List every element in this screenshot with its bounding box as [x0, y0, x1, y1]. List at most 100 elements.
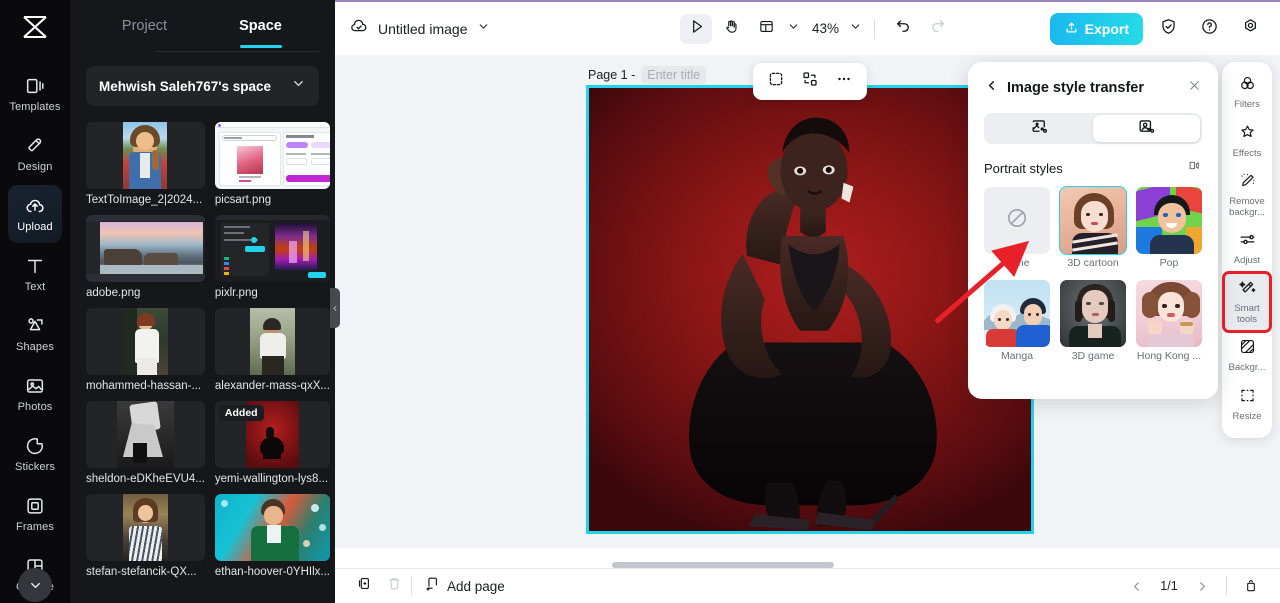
asset-item[interactable]: mohammed-hassan-... [86, 308, 205, 392]
undo-button[interactable] [887, 14, 919, 44]
zoom-chevron-down-icon[interactable] [849, 20, 862, 38]
add-page-label: Add page [447, 578, 505, 594]
sidebar-item-frames[interactable]: Frames [8, 485, 62, 543]
asset-item[interactable]: TextToImage_2|2024... [86, 122, 205, 206]
arrange-icon [801, 70, 819, 93]
chevron-down-icon[interactable] [787, 20, 800, 38]
image-style-transfer-panel: Image style transfer Portrait styles Non… [968, 62, 1218, 399]
style-option-manga[interactable]: Manga [984, 280, 1050, 362]
horizontal-scrollbar[interactable] [612, 562, 834, 568]
sidebar-item-text[interactable]: Text [8, 245, 62, 303]
asset-thumbnail [86, 494, 205, 561]
style-option-3d-cartoon[interactable]: 3D cartoon [1059, 186, 1127, 269]
page-navigation: 1/1 [1121, 573, 1266, 599]
asset-item[interactable]: stefan-stefancik-QX... [86, 494, 205, 578]
asset-item[interactable]: picsart.png [214, 122, 330, 206]
tool-resize[interactable]: Resize [1225, 382, 1269, 428]
style-option-hong-kong[interactable]: Hong Kong ... [1136, 280, 1202, 362]
page-title-input[interactable]: Enter title [641, 66, 707, 84]
layout-icon [758, 18, 775, 40]
asset-name: picsart.png [214, 194, 272, 206]
portrait-style-tab[interactable] [1093, 115, 1200, 142]
style-option-none[interactable]: None [984, 187, 1050, 269]
sidebar-item-templates[interactable]: Templates [8, 65, 62, 123]
asset-item[interactable]: sheldon-eDKheEVU4... [86, 401, 205, 485]
redo-button[interactable] [922, 14, 954, 44]
redo-icon [929, 17, 947, 40]
sidebar-item-label: Shapes [16, 341, 54, 353]
image-style-tab[interactable] [986, 115, 1093, 142]
tool-remove-background[interactable]: Remove backgr... [1225, 167, 1269, 222]
section-title: Portrait styles [984, 160, 1063, 176]
asset-thumbnail [86, 401, 205, 468]
previous-page-button[interactable] [1121, 573, 1151, 599]
export-upload-icon [1064, 20, 1079, 38]
asset-name: adobe.png [86, 287, 141, 299]
bottom-toolbar: Add page 1/1 [335, 568, 1280, 603]
tool-filters[interactable]: Filters [1225, 69, 1269, 115]
select-tool-button[interactable] [680, 13, 712, 44]
asset-item[interactable]: Added yemi-wallington-lys8... [214, 401, 330, 485]
document-title: Untitled image [378, 20, 468, 37]
filters-icon [1238, 74, 1257, 98]
asset-item[interactable]: ethan-hoover-0YHIlx... [214, 494, 330, 578]
chevron-down-icon[interactable] [477, 20, 490, 38]
sidebar-item-label: Design [17, 161, 53, 173]
export-button[interactable]: Export [1049, 12, 1143, 45]
app-logo[interactable] [18, 14, 52, 40]
hand-tool-button[interactable] [715, 14, 747, 44]
asset-name: sheldon-eDKheEVU4... [86, 473, 205, 485]
sidebar-item-photos[interactable]: Photos [8, 365, 62, 423]
bottom-divider [411, 576, 412, 596]
sidebar-item-design[interactable]: Design [8, 125, 62, 183]
none-slash-icon [1005, 206, 1029, 235]
page-indicator: 1/1 [1160, 579, 1178, 593]
help-button[interactable] [1193, 14, 1225, 44]
close-x-icon[interactable] [1187, 78, 1202, 98]
style-option-3d-game[interactable]: 3D game [1060, 280, 1126, 362]
shield-button[interactable] [1152, 14, 1184, 44]
asset-item[interactable]: adobe.png [86, 215, 205, 299]
chevron-left-icon[interactable] [984, 78, 999, 98]
duplicate-page-button[interactable] [349, 573, 379, 599]
tool-label: Resize [1232, 411, 1262, 423]
tab-space[interactable]: Space [203, 12, 319, 48]
settings-button[interactable] [1234, 14, 1266, 44]
tool-adjust[interactable]: Adjust [1225, 225, 1269, 271]
tab-project[interactable]: Project [87, 12, 203, 48]
arrange-tool-button[interactable] [795, 68, 825, 96]
frames-icon [24, 495, 46, 517]
next-page-button[interactable] [1187, 573, 1217, 599]
asset-grid: TextToImage_2|2024... picsart.png adobe.… [86, 122, 330, 578]
delete-page-button[interactable] [379, 573, 409, 599]
sidebar-item-upload[interactable]: Upload [8, 185, 62, 243]
undo-icon [894, 17, 912, 40]
cloud-saved-icon [349, 16, 369, 41]
layout-tool-button[interactable] [750, 14, 782, 44]
panel-resize-handle[interactable] [330, 288, 340, 328]
rail-collapse-button[interactable] [18, 568, 52, 602]
asset-item[interactable]: alexander-mass-qxX... [214, 308, 330, 392]
tool-smart-tools[interactable]: Smart tools [1222, 271, 1272, 333]
asset-thumbnail [86, 308, 205, 375]
style-option-pop[interactable]: Pop [1136, 187, 1202, 269]
asset-name: mohammed-hassan-... [86, 380, 202, 392]
sidebar-item-stickers[interactable]: Stickers [8, 425, 62, 483]
compare-icon[interactable] [1187, 158, 1202, 178]
sidebar-item-shapes[interactable]: Shapes [8, 305, 62, 363]
crop-tool-button[interactable] [761, 68, 791, 96]
more-options-button[interactable] [829, 68, 859, 96]
asset-thumbnail [214, 215, 330, 282]
tool-effects[interactable]: Effects [1225, 118, 1269, 164]
tool-background[interactable]: Backgr... [1225, 333, 1269, 379]
asset-name: TextToImage_2|2024... [86, 194, 203, 206]
add-page-button[interactable]: Add page [424, 575, 505, 597]
asset-item[interactable]: pixlr.png [214, 215, 330, 299]
asset-name: yemi-wallington-lys8... [214, 473, 329, 485]
document-title-group[interactable]: Untitled image [349, 16, 490, 41]
asset-thumbnail [86, 215, 205, 282]
selection-floating-toolbar [753, 63, 867, 100]
space-selector[interactable]: Mehwish Saleh767's space [86, 66, 319, 106]
fit-page-button[interactable] [1236, 573, 1266, 599]
artboard-selected[interactable] [586, 85, 1034, 534]
